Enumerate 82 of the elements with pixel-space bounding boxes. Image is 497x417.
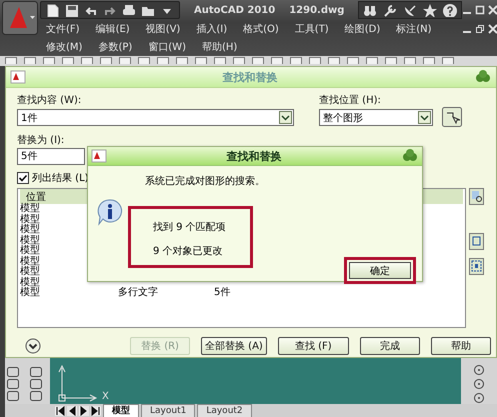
table-cell: 5件 xyxy=(214,288,230,298)
app-icon xyxy=(10,70,26,84)
layout-tab[interactable]: 模型 xyxy=(103,404,139,417)
satellite-dish-icon[interactable] xyxy=(402,3,418,17)
field-label: 替换为 (I): xyxy=(17,134,66,147)
tool-icon[interactable] xyxy=(5,378,21,390)
ok-button[interactable]: 确定 xyxy=(349,262,411,279)
table-cell-text: 模型 xyxy=(20,225,41,236)
menu-item[interactable]: 绘图(D) xyxy=(344,22,380,36)
menu-item[interactable]: 编辑(E) xyxy=(96,22,130,36)
result-text: 找到 9 个匹配项 xyxy=(153,220,227,234)
dialog-button[interactable]: 帮助 xyxy=(430,337,491,355)
dialog-title: 查找和替换 xyxy=(226,148,282,164)
app-title: AutoCAD 2010 xyxy=(194,4,276,16)
dialog-button[interactable]: 全部替换 (A) xyxy=(201,337,267,355)
dialog-title: 查找和替换 xyxy=(222,70,278,84)
restore-icon[interactable] xyxy=(475,24,486,34)
zoom-to-button[interactable] xyxy=(469,188,484,205)
frame-button[interactable] xyxy=(469,233,484,250)
last-icon[interactable] xyxy=(91,406,101,416)
table-cell-text: 模型 xyxy=(20,236,41,246)
column-header[interactable]: 位置 xyxy=(20,190,46,204)
table-cell-text: 多行文字 xyxy=(118,288,159,298)
field-label: 查找位置 (H): xyxy=(319,94,382,107)
menu-item[interactable]: 格式(O) xyxy=(243,22,279,36)
clover-icon xyxy=(474,70,492,84)
menu-item[interactable]: 参数(P) xyxy=(98,40,132,54)
tool-icon[interactable] xyxy=(5,390,21,402)
wrench-icon[interactable] xyxy=(382,3,398,17)
previous-icon[interactable] xyxy=(67,406,77,416)
tool-icon[interactable] xyxy=(472,392,486,404)
help-icon[interactable] xyxy=(442,3,458,17)
message-text: 系统已完成对图形的搜索。 xyxy=(145,174,265,188)
clover-icon xyxy=(401,149,419,163)
file-name: 1290.dwg xyxy=(289,4,344,16)
info-icon xyxy=(96,198,124,226)
dialog-button[interactable]: 完成 xyxy=(360,337,420,355)
next-icon[interactable] xyxy=(79,406,89,416)
menu-item[interactable]: 帮助(H) xyxy=(202,40,238,54)
menu-item[interactable]: 插入(I) xyxy=(196,22,228,36)
table-cell-text: 模型 xyxy=(20,288,41,298)
first-icon[interactable] xyxy=(55,406,65,416)
grid-frame-button[interactable] xyxy=(469,258,484,275)
menu-item[interactable]: 视图(V) xyxy=(146,22,180,36)
close-icon[interactable] xyxy=(488,5,497,15)
tool-icon[interactable] xyxy=(28,378,44,390)
menu-item[interactable]: 工具(T) xyxy=(294,22,329,36)
document-icon[interactable] xyxy=(45,3,61,17)
app-icon xyxy=(91,149,107,163)
layout-tab[interactable]: Layout1 xyxy=(141,404,196,417)
menu-item[interactable]: 窗口(W) xyxy=(148,40,186,54)
table-cell-text: 模型 xyxy=(20,246,41,256)
tool-icon[interactable] xyxy=(472,378,486,390)
select-objects-button[interactable] xyxy=(442,107,462,127)
printer-icon[interactable] xyxy=(121,3,137,17)
table-cell-text: 模型 xyxy=(20,267,41,278)
application-menu-button[interactable] xyxy=(2,1,38,35)
table-cell-text: 模型 xyxy=(20,214,41,225)
layout-tab[interactable]: Layout2 xyxy=(197,404,252,417)
binoculars-icon[interactable] xyxy=(362,3,378,17)
tool-icon[interactable] xyxy=(472,364,486,376)
menu-item[interactable]: 文件(F) xyxy=(46,22,80,36)
field-label: 查找内容 (W): xyxy=(17,94,82,107)
axis-label: X xyxy=(102,391,109,402)
menu-item[interactable]: 标注(N) xyxy=(396,22,432,36)
tool-icon[interactable] xyxy=(28,366,44,378)
replace-field[interactable]: 5件 xyxy=(17,148,85,165)
menu-item[interactable]: 修改(M) xyxy=(46,40,82,54)
chevron-down-icon[interactable] xyxy=(25,338,41,354)
tool-icon[interactable] xyxy=(5,366,21,378)
table-cell-text: 模型 xyxy=(20,256,41,267)
checkbox[interactable] xyxy=(17,172,29,184)
tool-icon[interactable] xyxy=(28,390,44,402)
maximize-icon[interactable] xyxy=(475,5,486,15)
find-combo-box[interactable]: 1件 xyxy=(17,109,294,126)
close-icon[interactable] xyxy=(488,24,497,34)
star-icon[interactable] xyxy=(422,3,438,17)
table-cell-text: 模型 xyxy=(20,204,41,214)
table-cell-text: 模型 xyxy=(20,278,41,288)
result-text: 9 个对象已更改 xyxy=(153,244,224,258)
dialog-button[interactable]: 查找 (F) xyxy=(278,337,349,355)
location-combo-box[interactable]: 整个图形 xyxy=(319,109,433,126)
